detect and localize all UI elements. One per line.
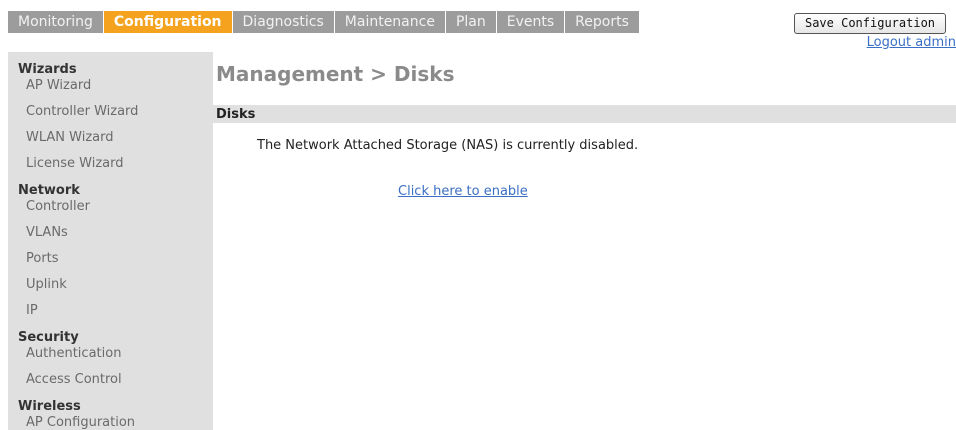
sidebar-item-access-control[interactable]: Access Control <box>8 371 213 397</box>
sidebar-item-ap-configuration[interactable]: AP Configuration <box>8 414 213 430</box>
sidebar-heading: Network <box>18 183 80 198</box>
logout-link[interactable]: Logout admin <box>867 35 956 50</box>
section-label: Disks <box>216 107 256 122</box>
sidebar-section-network: Network Controller VLANs Ports Uplink IP <box>8 183 213 328</box>
sidebar-item-vlans[interactable]: VLANs <box>8 224 213 250</box>
sidebar-heading: Wizards <box>18 62 77 77</box>
enable-nas-link[interactable]: Click here to enable <box>398 184 528 199</box>
app-root: Monitoring Configuration Diagnostics Mai… <box>0 0 956 430</box>
sidebar-heading: Wireless <box>18 399 81 414</box>
tab-reports[interactable]: Reports <box>565 11 639 33</box>
section-header-bar: Disks <box>213 105 956 123</box>
nas-status-message: The Network Attached Storage (NAS) is cu… <box>257 138 639 153</box>
sidebar: Wizards AP Wizard Controller Wizard WLAN… <box>8 52 213 430</box>
tab-maintenance[interactable]: Maintenance <box>335 11 446 33</box>
sidebar-item-ap-wizard[interactable]: AP Wizard <box>8 77 213 103</box>
sidebar-section-wireless: Wireless AP Configuration <box>8 399 213 430</box>
sidebar-section-wizards: Wizards AP Wizard Controller Wizard WLAN… <box>8 62 213 181</box>
sidebar-item-authentication[interactable]: Authentication <box>8 345 213 371</box>
sidebar-item-license-wizard[interactable]: License Wizard <box>8 155 213 181</box>
sidebar-item-ports[interactable]: Ports <box>8 250 213 276</box>
tab-events[interactable]: Events <box>497 11 566 33</box>
tab-configuration[interactable]: Configuration <box>103 11 233 33</box>
save-configuration-button[interactable]: Save Configuration <box>794 13 946 34</box>
main-content: Management > Disks Disks The Network Att… <box>213 52 956 430</box>
sidebar-item-uplink[interactable]: Uplink <box>8 276 213 302</box>
tab-diagnostics[interactable]: Diagnostics <box>233 11 335 33</box>
page-title: Management > Disks <box>216 62 455 86</box>
tab-plan[interactable]: Plan <box>446 11 497 33</box>
main-tabs: Monitoring Configuration Diagnostics Mai… <box>8 11 639 33</box>
sidebar-item-wlan-wizard[interactable]: WLAN Wizard <box>8 129 213 155</box>
sidebar-heading: Security <box>18 330 79 345</box>
sidebar-item-ip[interactable]: IP <box>8 302 213 328</box>
sidebar-item-controller-wizard[interactable]: Controller Wizard <box>8 103 213 129</box>
sidebar-item-controller[interactable]: Controller <box>8 198 213 224</box>
sidebar-section-security: Security Authentication Access Control <box>8 330 213 397</box>
top-navigation: Monitoring Configuration Diagnostics Mai… <box>0 0 956 34</box>
tab-monitoring[interactable]: Monitoring <box>8 11 104 33</box>
